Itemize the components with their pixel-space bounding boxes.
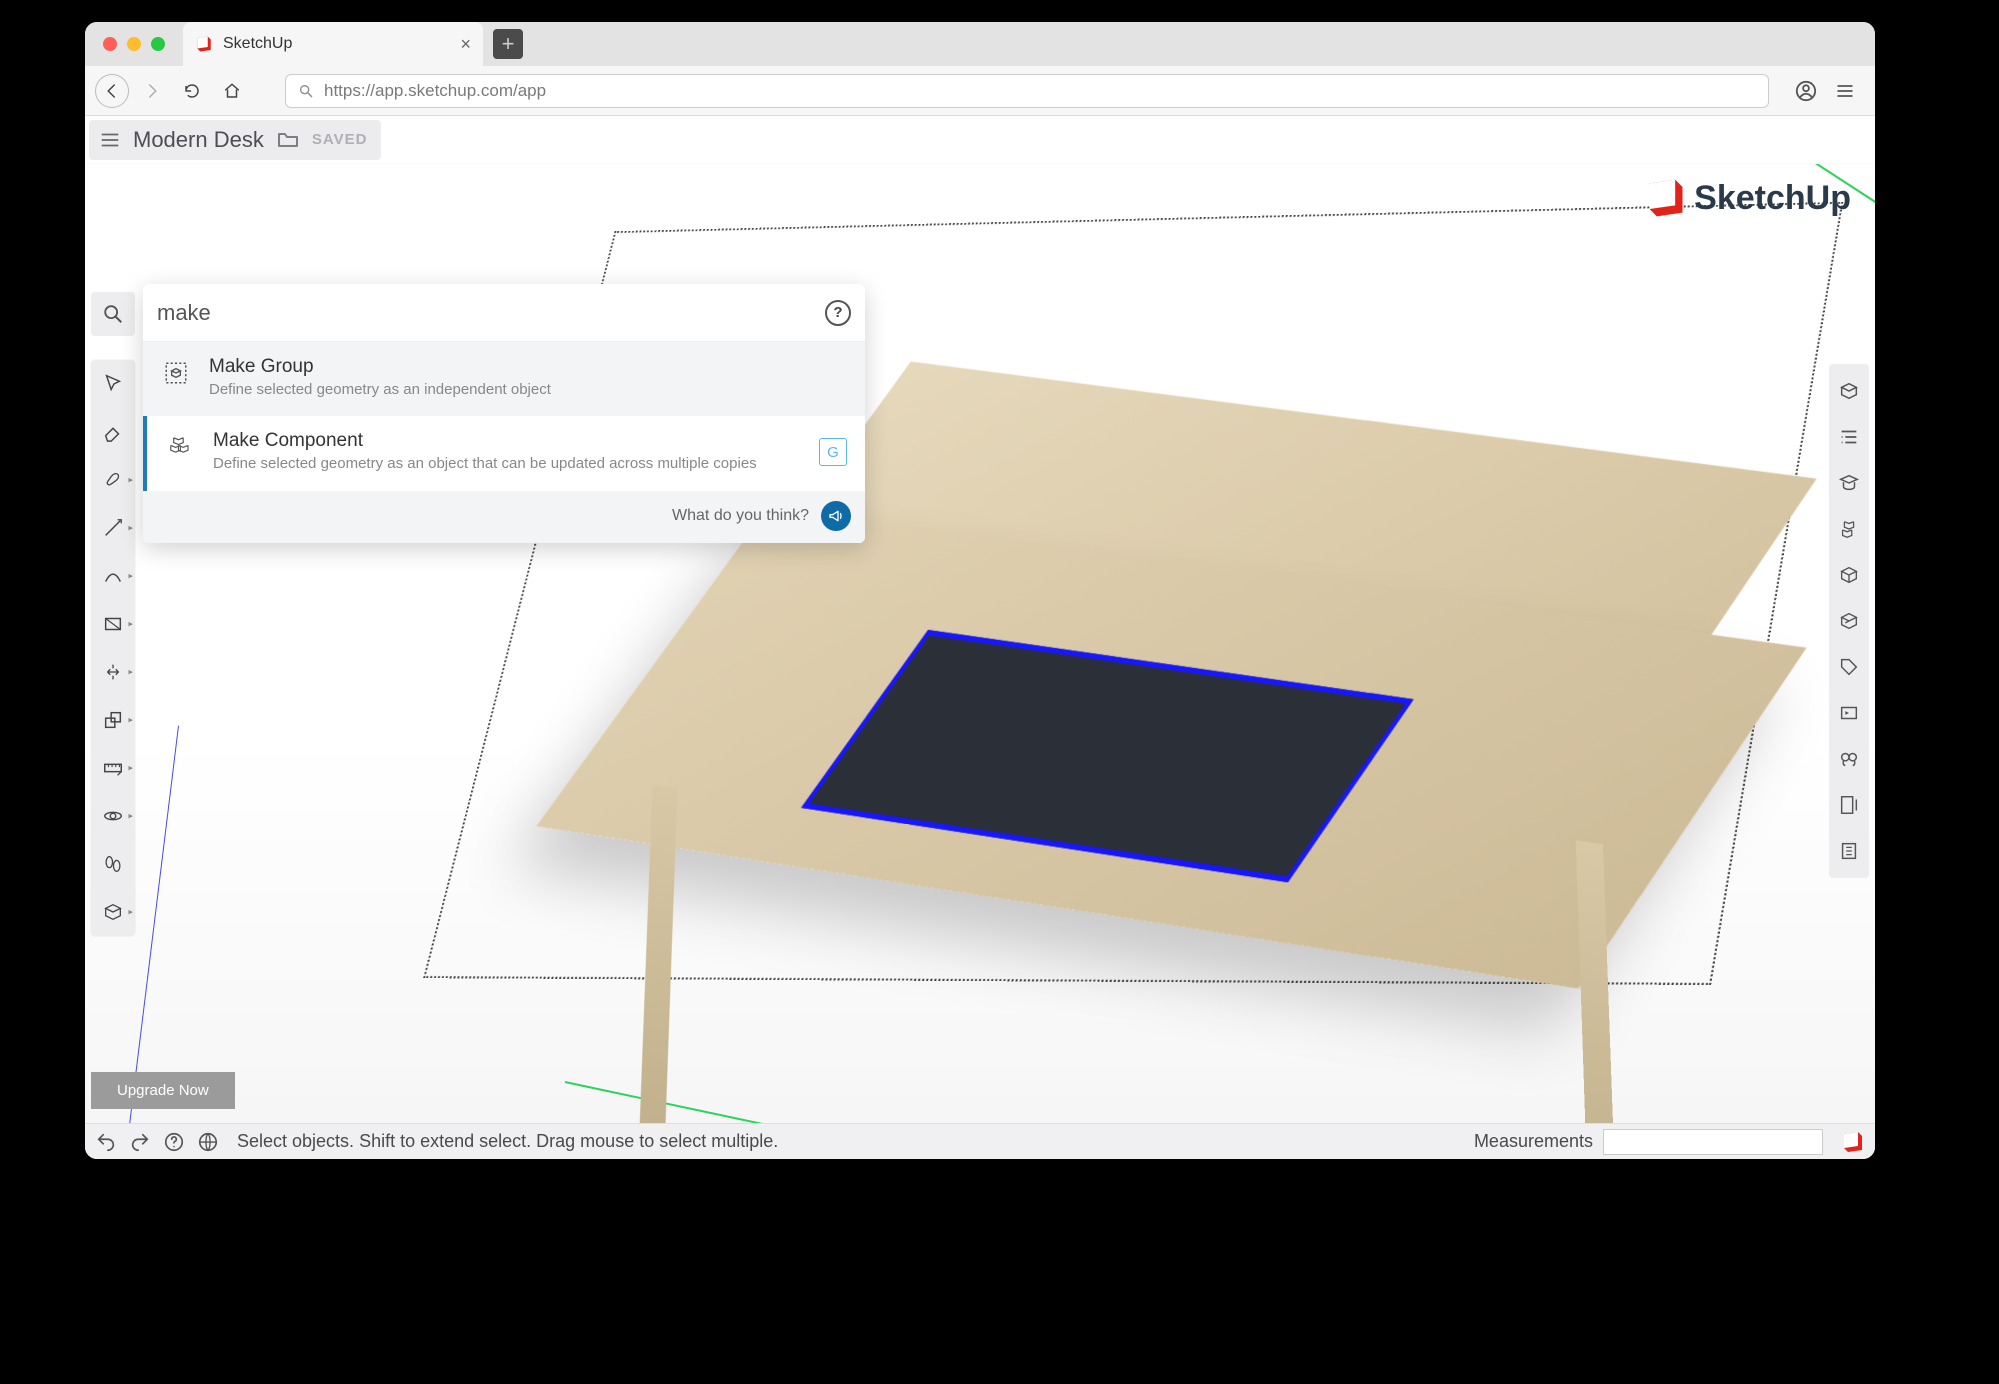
tags-panel-icon[interactable]: [1829, 644, 1869, 690]
chevron-right-icon: ▸: [128, 667, 133, 678]
left-toolbar: ▸ ▸ ▸ ▸ ▸: [91, 360, 135, 936]
undo-button[interactable]: [95, 1131, 117, 1153]
command-search-popover: ? Make Group Define selected geometry as…: [143, 284, 865, 543]
walk-tool[interactable]: [91, 840, 135, 888]
browser-menu-icon[interactable]: [1835, 81, 1855, 101]
url-text: https://app.sketchup.com/app: [324, 81, 546, 101]
chevron-right-icon: ▸: [128, 523, 133, 534]
help-icon[interactable]: ?: [825, 300, 851, 326]
minimize-window-button[interactable]: [127, 37, 141, 51]
app-menu-icon[interactable]: [99, 129, 121, 151]
status-hint: Select objects. Shift to extend select. …: [237, 1131, 778, 1152]
folder-icon[interactable]: [276, 128, 300, 152]
browser-window: SketchUp × + https://app.sk: [85, 22, 1875, 1159]
select-tool[interactable]: [91, 360, 135, 408]
sketchup-favicon: [195, 35, 213, 53]
tab-strip: SketchUp × +: [85, 22, 1875, 66]
chevron-right-icon: ▸: [128, 571, 133, 582]
feedback-prompt: What do you think?: [672, 507, 809, 525]
measurements-input[interactable]: [1603, 1129, 1823, 1155]
move-tool[interactable]: ▸: [91, 696, 135, 744]
components-panel-icon[interactable]: [1829, 506, 1869, 552]
materials-panel-icon[interactable]: [1829, 552, 1869, 598]
display-panel-icon[interactable]: [1829, 736, 1869, 782]
make-group-icon: [161, 358, 191, 388]
search-result-make-component[interactable]: Make Component Define selected geometry …: [143, 416, 865, 490]
chevron-right-icon: ▸: [128, 763, 133, 774]
chevron-right-icon: ▸: [128, 619, 133, 630]
browser-tab-active[interactable]: SketchUp ×: [183, 22, 483, 66]
window-controls: [85, 37, 183, 51]
warehouse-panel-icon[interactable]: [1829, 828, 1869, 874]
maximize-window-button[interactable]: [151, 37, 165, 51]
feedback-row: What do you think?: [143, 491, 865, 543]
paint-tool[interactable]: ▸: [91, 456, 135, 504]
content-area: SketchUp ▸ ▸: [85, 164, 1875, 1123]
outliner-panel-icon[interactable]: [1829, 414, 1869, 460]
scenes-panel-icon[interactable]: [1829, 690, 1869, 736]
sketchup-logo: SketchUp: [1644, 176, 1851, 220]
eraser-tool[interactable]: [91, 408, 135, 456]
search-result-make-group[interactable]: Make Group Define selected geometry as a…: [143, 342, 865, 416]
green-axis: [565, 1081, 1446, 1123]
styles-panel-icon[interactable]: [1829, 598, 1869, 644]
help-button[interactable]: [163, 1131, 185, 1153]
file-name[interactable]: Modern Desk: [133, 127, 264, 153]
result-title: Make Group: [209, 356, 847, 378]
sketchup-badge-icon: [1841, 1130, 1865, 1154]
url-bar[interactable]: https://app.sketchup.com/app: [285, 74, 1769, 108]
shortcut-key: G: [819, 438, 847, 466]
upgrade-now-button[interactable]: Upgrade Now: [91, 1072, 235, 1109]
selected-face: [801, 630, 1413, 882]
megaphone-icon[interactable]: [821, 501, 851, 531]
push-pull-tool[interactable]: ▸: [91, 648, 135, 696]
chevron-right-icon: ▸: [128, 907, 133, 918]
tab-title: SketchUp: [223, 35, 292, 53]
command-search-row: ?: [143, 284, 865, 342]
save-state-label: SAVED: [312, 131, 368, 148]
redo-button[interactable]: [129, 1131, 151, 1153]
orbit-tool[interactable]: ▸: [91, 792, 135, 840]
arc-tool[interactable]: ▸: [91, 552, 135, 600]
instructor-panel-icon[interactable]: [1829, 460, 1869, 506]
tape-measure-tool[interactable]: ▸: [91, 744, 135, 792]
command-search-button[interactable]: [91, 292, 135, 336]
rectangle-tool[interactable]: ▸: [91, 600, 135, 648]
language-button[interactable]: [197, 1131, 219, 1153]
file-info-pill: Modern Desk SAVED: [89, 120, 381, 160]
app-header: Modern Desk SAVED: [85, 116, 1875, 164]
home-button[interactable]: [215, 74, 249, 108]
forward-button[interactable]: [135, 74, 169, 108]
account-icon[interactable]: [1795, 80, 1817, 102]
new-tab-button[interactable]: +: [493, 29, 523, 59]
status-bar: Select objects. Shift to extend select. …: [85, 1123, 1875, 1159]
right-panel-rail: [1829, 364, 1869, 878]
make-component-icon: [165, 432, 195, 462]
search-icon: [298, 83, 314, 99]
reload-button[interactable]: [175, 74, 209, 108]
logo-text: SketchUp: [1694, 179, 1851, 218]
measurements-label: Measurements: [1474, 1131, 1593, 1152]
chevron-right-icon: ▸: [128, 475, 133, 486]
result-title: Make Component: [213, 430, 801, 452]
chevron-right-icon: ▸: [128, 811, 133, 822]
close-tab-icon[interactable]: ×: [460, 34, 471, 55]
back-button[interactable]: [95, 74, 129, 108]
upgrade-label: Upgrade Now: [117, 1082, 209, 1099]
command-search-input[interactable]: [157, 300, 815, 326]
line-tool[interactable]: ▸: [91, 504, 135, 552]
soften-panel-icon[interactable]: [1829, 782, 1869, 828]
result-description: Define selected geometry as an independe…: [209, 380, 847, 400]
browser-nav-bar: https://app.sketchup.com/app: [85, 66, 1875, 116]
section-tool[interactable]: ▸: [91, 888, 135, 936]
close-window-button[interactable]: [103, 37, 117, 51]
result-description: Define selected geometry as an object th…: [213, 454, 801, 474]
entity-info-panel-icon[interactable]: [1829, 368, 1869, 414]
chevron-right-icon: ▸: [128, 715, 133, 726]
